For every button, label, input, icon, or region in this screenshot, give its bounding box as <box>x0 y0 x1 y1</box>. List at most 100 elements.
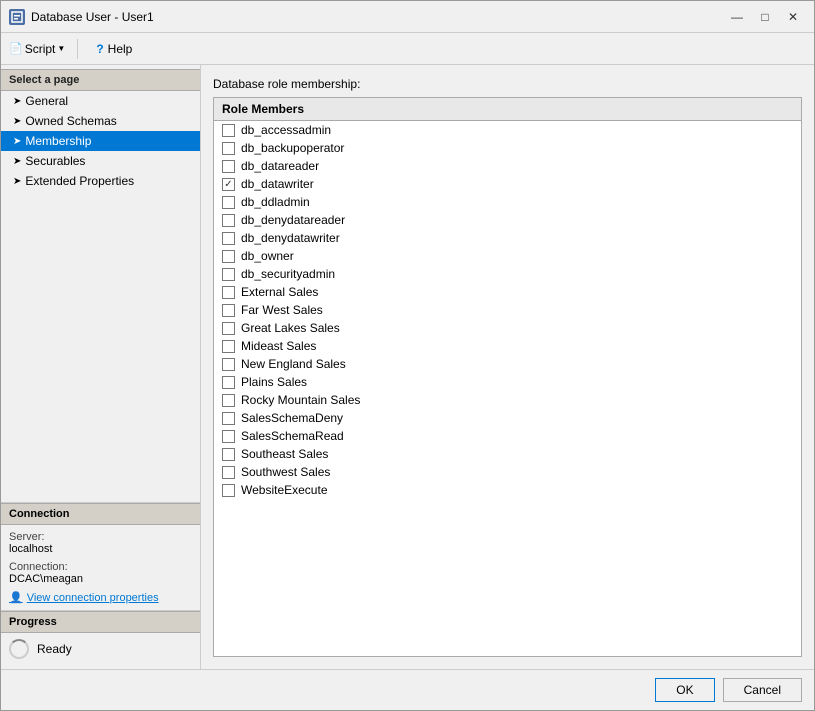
close-button[interactable]: ✕ <box>780 7 806 27</box>
role-list-item[interactable]: Plains Sales <box>214 373 801 391</box>
view-connection-link[interactable]: 👤 View connection properties <box>9 591 192 604</box>
role-checkbox-db_denydatawriter[interactable] <box>222 232 235 245</box>
role-checkbox-far-west-sales[interactable] <box>222 304 235 317</box>
cancel-button[interactable]: Cancel <box>723 678 802 702</box>
role-list-item[interactable]: Southwest Sales <box>214 463 801 481</box>
role-label-db_denydatawriter: db_denydatawriter <box>241 231 340 245</box>
role-list-container[interactable]: Role Members db_accessadmin db_backupoper… <box>213 97 802 657</box>
role-list-header: Role Members <box>214 98 801 121</box>
window-title: Database User - User1 <box>31 10 154 24</box>
role-checkbox-db_datawriter[interactable] <box>222 178 235 191</box>
title-bar-left: Database User - User1 <box>9 9 154 25</box>
role-checkbox-rocky-mountain-sales[interactable] <box>222 394 235 407</box>
connection-section-title: Connection <box>1 503 200 525</box>
role-checkbox-db_ddladmin[interactable] <box>222 196 235 209</box>
role-list-item[interactable]: db_ddladmin <box>214 193 801 211</box>
role-list-item[interactable]: db_datareader <box>214 157 801 175</box>
script-label: Script <box>25 42 56 56</box>
sidebar-item-label: Extended Properties <box>25 174 134 188</box>
role-list-item[interactable]: SalesSchemaDeny <box>214 409 801 427</box>
sidebar-items: ➤ General ➤ Owned Schemas ➤ Membership ➤… <box>1 91 200 502</box>
sidebar-item-label: General <box>25 94 68 108</box>
role-label-great-lakes-sales: Great Lakes Sales <box>241 321 340 335</box>
role-list-item[interactable]: db_accessadmin <box>214 121 801 139</box>
minimize-button[interactable]: — <box>724 7 750 27</box>
connection-link-label: View connection properties <box>27 592 159 604</box>
role-list-item[interactable]: External Sales <box>214 283 801 301</box>
role-checkbox-salesschemaread[interactable] <box>222 430 235 443</box>
role-checkbox-southeast-sales[interactable] <box>222 448 235 461</box>
role-label-db_ddladmin: db_ddladmin <box>241 195 310 209</box>
role-label-websiteexecute: WebsiteExecute <box>241 483 328 497</box>
role-label-db_backupoperator: db_backupoperator <box>241 141 344 155</box>
footer: OK Cancel <box>1 669 814 710</box>
script-dropdown[interactable]: 📄 Script ▼ <box>9 42 65 56</box>
role-list-item[interactable]: Great Lakes Sales <box>214 319 801 337</box>
role-list-item[interactable]: db_backupoperator <box>214 139 801 157</box>
role-label-southwest-sales: Southwest Sales <box>241 465 330 479</box>
progress-row: Ready <box>9 639 192 659</box>
help-button[interactable]: ? Help <box>90 40 138 58</box>
role-list-item[interactable]: New England Sales <box>214 355 801 373</box>
role-label-plains-sales: Plains Sales <box>241 375 307 389</box>
role-label-db_securityadmin: db_securityadmin <box>241 267 335 281</box>
role-list-item[interactable]: WebsiteExecute <box>214 481 801 499</box>
role-label-new-england-sales: New England Sales <box>241 357 346 371</box>
role-checkbox-new-england-sales[interactable] <box>222 358 235 371</box>
maximize-button[interactable]: □ <box>752 7 778 27</box>
server-value: localhost <box>9 543 192 555</box>
sidebar-item-label: Membership <box>25 134 91 148</box>
arrow-icon: ➤ <box>13 156 21 167</box>
sidebar-item-label: Securables <box>25 154 85 168</box>
role-checkbox-salesschemadeny[interactable] <box>222 412 235 425</box>
role-checkbox-mideast-sales[interactable] <box>222 340 235 353</box>
sidebar-item-membership[interactable]: ➤ Membership <box>1 131 200 151</box>
role-list-item[interactable]: db_denydatawriter <box>214 229 801 247</box>
progress-status: Ready <box>37 642 72 656</box>
role-list-item[interactable]: db_owner <box>214 247 801 265</box>
progress-section-title: Progress <box>1 611 200 633</box>
role-list-item[interactable]: SalesSchemaRead <box>214 427 801 445</box>
role-label-salesschemaread: SalesSchemaRead <box>241 429 344 443</box>
arrow-icon: ➤ <box>13 116 21 127</box>
toolbar-separator <box>77 39 78 59</box>
role-checkbox-southwest-sales[interactable] <box>222 466 235 479</box>
role-list-item[interactable]: Southeast Sales <box>214 445 801 463</box>
role-list-item[interactable]: Mideast Sales <box>214 337 801 355</box>
role-list: db_accessadmin db_backupoperator db_datare… <box>214 121 801 499</box>
ok-button[interactable]: OK <box>655 678 714 702</box>
sidebar-item-extended-properties[interactable]: ➤ Extended Properties <box>1 171 200 191</box>
role-checkbox-great-lakes-sales[interactable] <box>222 322 235 335</box>
progress-spinner <box>9 639 29 659</box>
role-checkbox-plains-sales[interactable] <box>222 376 235 389</box>
main-window: Database User - User1 — □ ✕ 📄 Script ▼ ?… <box>0 0 815 711</box>
role-list-item[interactable]: db_securityadmin <box>214 265 801 283</box>
sidebar-item-securables[interactable]: ➤ Securables <box>1 151 200 171</box>
role-checkbox-websiteexecute[interactable] <box>222 484 235 497</box>
sidebar-item-owned-schemas[interactable]: ➤ Owned Schemas <box>1 111 200 131</box>
role-checkbox-db_datareader[interactable] <box>222 160 235 173</box>
role-checkbox-db_securityadmin[interactable] <box>222 268 235 281</box>
role-list-item[interactable]: Rocky Mountain Sales <box>214 391 801 409</box>
role-label-far-west-sales: Far West Sales <box>241 303 323 317</box>
role-checkbox-external-sales[interactable] <box>222 286 235 299</box>
role-checkbox-db_owner[interactable] <box>222 250 235 263</box>
connection-label: Connection: <box>9 561 192 573</box>
role-label-southeast-sales: Southeast Sales <box>241 447 328 461</box>
role-checkbox-db_denydatareader[interactable] <box>222 214 235 227</box>
connection-icon: 👤 <box>9 591 23 604</box>
role-list-item[interactable]: db_denydatareader <box>214 211 801 229</box>
script-dropdown-arrow: ▼ <box>57 44 65 53</box>
role-list-item[interactable]: db_datawriter <box>214 175 801 193</box>
role-checkbox-db_backupoperator[interactable] <box>222 142 235 155</box>
role-label-mideast-sales: Mideast Sales <box>241 339 316 353</box>
role-label-salesschemadeny: SalesSchemaDeny <box>241 411 343 425</box>
script-icon: 📄 <box>9 42 23 55</box>
sidebar-item-general[interactable]: ➤ General <box>1 91 200 111</box>
role-label-external-sales: External Sales <box>241 285 318 299</box>
role-label-rocky-mountain-sales: Rocky Mountain Sales <box>241 393 360 407</box>
role-checkbox-db_accessadmin[interactable] <box>222 124 235 137</box>
role-label-db_datawriter: db_datawriter <box>241 177 314 191</box>
role-list-item[interactable]: Far West Sales <box>214 301 801 319</box>
role-label-db_accessadmin: db_accessadmin <box>241 123 331 137</box>
